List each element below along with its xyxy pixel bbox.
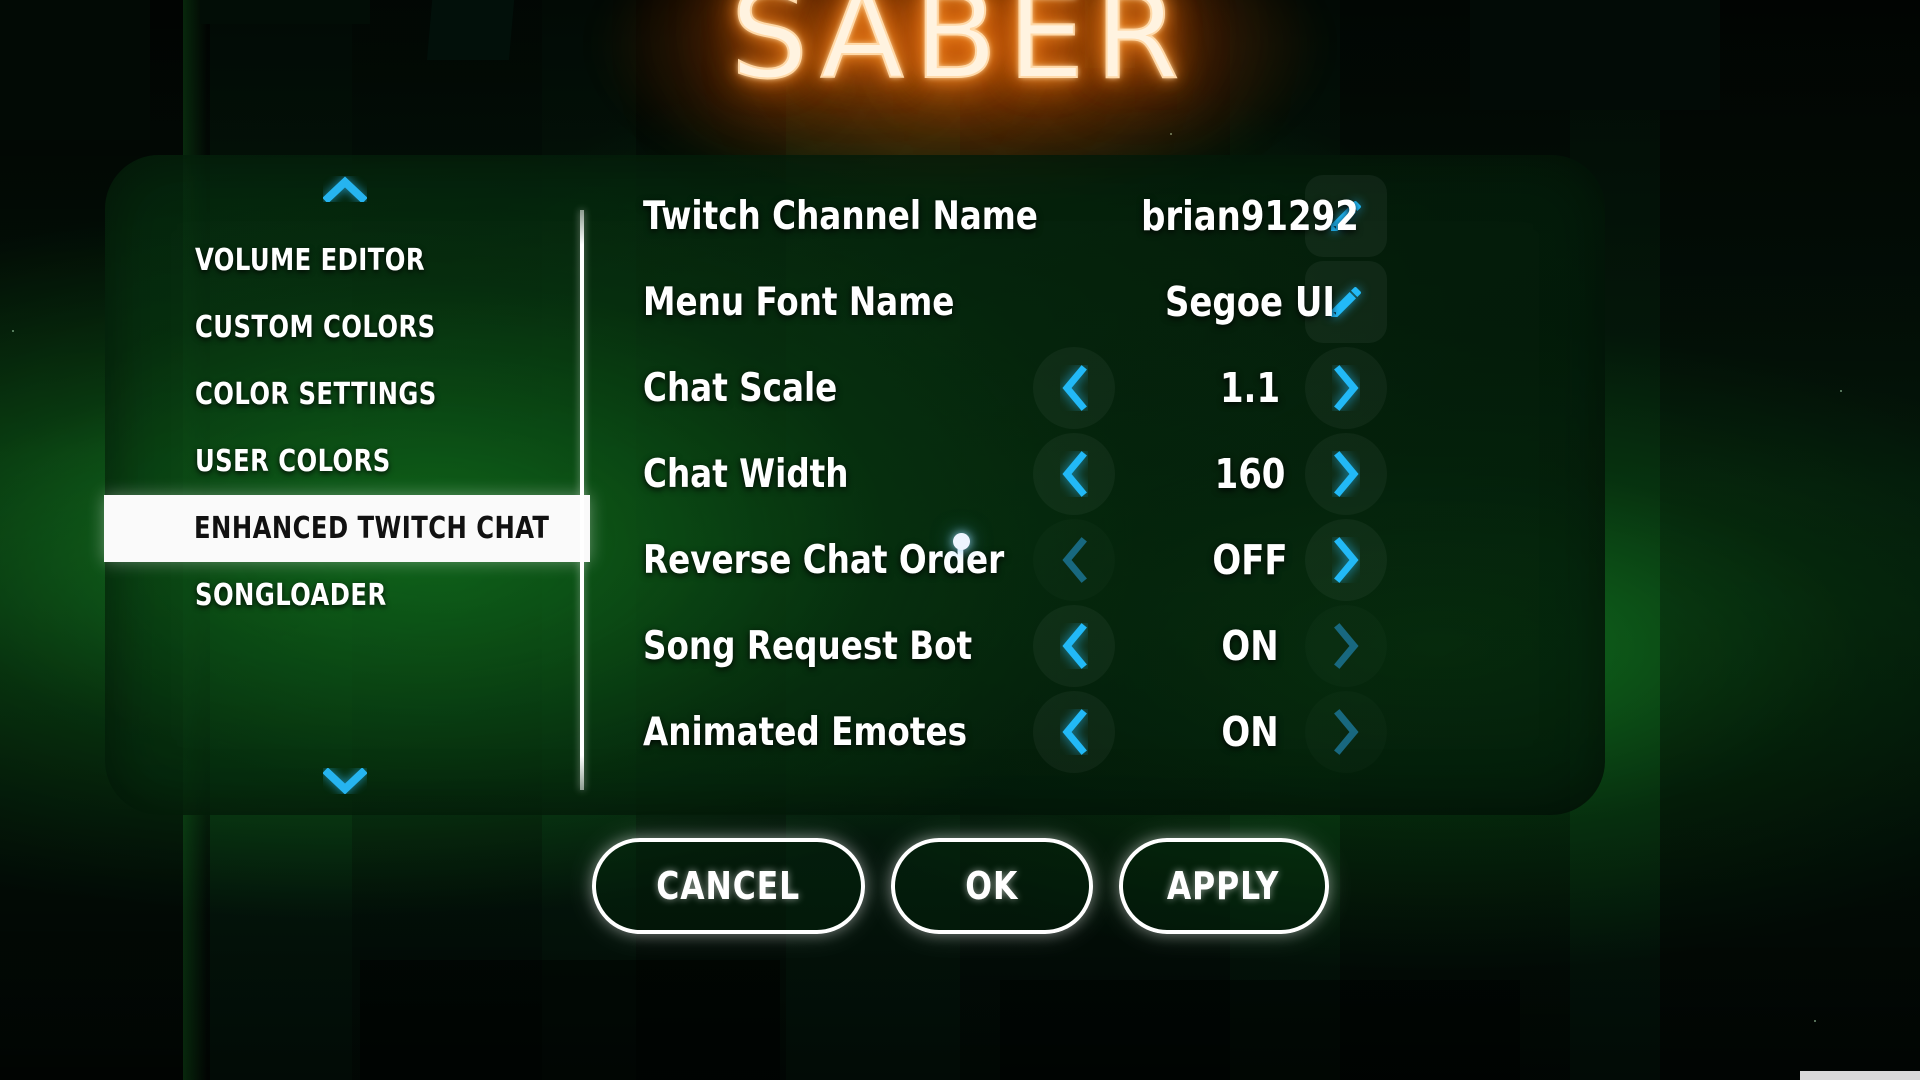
scroll-up-button[interactable] bbox=[300, 163, 390, 215]
setting-row: Menu Font Name Segoe UI bbox=[615, 259, 1590, 345]
decrement-button[interactable] bbox=[1033, 519, 1115, 601]
setting-value: ON bbox=[1221, 708, 1279, 756]
chevron-left-icon bbox=[1062, 537, 1087, 583]
setting-label: Twitch Channel Name bbox=[643, 193, 1038, 239]
setting-label: Reverse Chat Order bbox=[643, 537, 1005, 583]
decrement-button[interactable] bbox=[1033, 433, 1115, 515]
sidebar-item-label: VOLUME EDITOR bbox=[195, 243, 426, 278]
setting-value: brian91292 bbox=[1141, 192, 1359, 240]
sidebar-item-songloader[interactable]: SONGLOADER bbox=[105, 562, 585, 629]
setting-label: Menu Font Name bbox=[643, 279, 955, 325]
setting-row: Chat Scale 1.1 bbox=[615, 345, 1590, 431]
setting-value: OFF bbox=[1212, 536, 1288, 584]
setting-label: Chat Width bbox=[643, 451, 849, 497]
scroll-down-button[interactable] bbox=[300, 755, 390, 807]
dust-speck bbox=[12, 330, 14, 332]
setting-label: Song Request Bot bbox=[643, 623, 973, 669]
apply-button[interactable]: APPLY bbox=[1118, 838, 1329, 934]
setting-label: Chat Scale bbox=[643, 365, 838, 411]
scenery-block bbox=[1470, 0, 1720, 110]
taskbar-sliver bbox=[1800, 1071, 1920, 1080]
sidebar-item-user-colors[interactable]: USER COLORS bbox=[105, 428, 585, 495]
list-divider bbox=[580, 210, 584, 790]
beat-saber-settings-screen: SABER VOLUME EDITOR CUSTOM COLORS COLOR SE… bbox=[0, 0, 1920, 1080]
scenery-block bbox=[1000, 980, 1520, 1080]
cancel-button[interactable]: CANCEL bbox=[591, 838, 865, 934]
sidebar-item-label: COLOR SETTINGS bbox=[195, 377, 437, 412]
chevron-up-icon bbox=[323, 176, 367, 202]
category-items: VOLUME EDITOR CUSTOM COLORS COLOR SETTINGS… bbox=[104, 227, 590, 629]
chevron-left-icon bbox=[1062, 451, 1087, 497]
apply-button-label: APPLY bbox=[1167, 864, 1280, 908]
sidebar-item-color-settings[interactable]: COLOR SETTINGS bbox=[105, 361, 585, 428]
setting-row: Chat Width 160 bbox=[615, 431, 1590, 517]
category-list: VOLUME EDITOR CUSTOM COLORS COLOR SETTINGS… bbox=[104, 155, 590, 815]
setting-row: Reverse Chat Order OFF bbox=[615, 517, 1590, 603]
chevron-down-icon bbox=[323, 768, 367, 794]
setting-label: Animated Emotes bbox=[643, 709, 968, 755]
sidebar-item-label: SONGLOADER bbox=[195, 578, 387, 613]
ok-button-label: OK bbox=[965, 864, 1018, 908]
dust-speck bbox=[1840, 390, 1842, 392]
setting-row: Song Request Bot ON bbox=[615, 603, 1590, 689]
sidebar-item-enhanced-twitch-chat[interactable]: ENHANCED TWITCH CHAT bbox=[104, 495, 590, 562]
chevron-left-icon bbox=[1062, 365, 1087, 411]
decrement-button[interactable] bbox=[1033, 691, 1115, 773]
setting-value: Segoe UI bbox=[1164, 278, 1336, 326]
setting-value: 1.1 bbox=[1219, 364, 1281, 412]
setting-value: 160 bbox=[1214, 450, 1286, 498]
dust-speck bbox=[1814, 1020, 1816, 1022]
sidebar-item-label: USER COLORS bbox=[195, 444, 391, 479]
settings-rows: Twitch Channel Name brian91292 Menu Font N… bbox=[615, 173, 1590, 775]
scenery-block bbox=[0, 0, 150, 140]
sidebar-item-volume-editor[interactable]: VOLUME EDITOR bbox=[105, 227, 585, 294]
sidebar-item-custom-colors[interactable]: CUSTOM COLORS bbox=[105, 294, 585, 361]
scenery-block bbox=[426, 0, 516, 60]
decrement-button[interactable] bbox=[1033, 347, 1115, 429]
scenery-block bbox=[1135, 0, 1177, 110]
sidebar-item-label: CUSTOM COLORS bbox=[195, 310, 436, 345]
dialog-actions: CANCEL OK APPLY bbox=[0, 838, 1920, 934]
scenery-block bbox=[1085, 0, 1141, 68]
decrement-button[interactable] bbox=[1033, 605, 1115, 687]
sidebar-item-label: ENHANCED TWITCH CHAT bbox=[194, 511, 550, 546]
cancel-button-label: CANCEL bbox=[656, 864, 800, 908]
scenery-block bbox=[200, 0, 370, 24]
dust-speck bbox=[1170, 133, 1172, 135]
chevron-left-icon bbox=[1062, 623, 1087, 669]
chevron-left-icon bbox=[1062, 709, 1087, 755]
settings-panel: VOLUME EDITOR CUSTOM COLORS COLOR SETTINGS… bbox=[104, 155, 1605, 815]
setting-row: Twitch Channel Name brian91292 bbox=[615, 173, 1590, 259]
scenery-block bbox=[360, 960, 780, 1080]
ok-button[interactable]: OK bbox=[890, 838, 1093, 934]
setting-row: Animated Emotes ON bbox=[615, 689, 1590, 775]
setting-value: ON bbox=[1221, 622, 1279, 670]
